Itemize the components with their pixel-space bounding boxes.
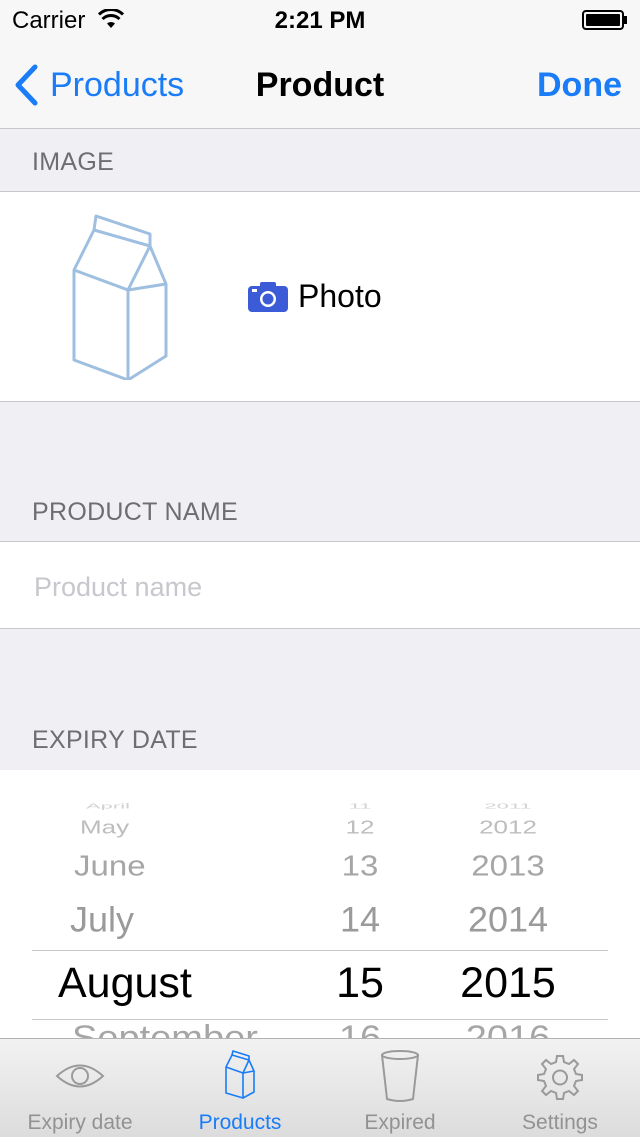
photo-button-label: Photo xyxy=(298,278,382,314)
picker-year-option[interactable]: 2014 xyxy=(408,900,608,941)
battery-icon xyxy=(582,10,628,30)
tab-expired[interactable]: Expired xyxy=(320,1039,480,1137)
done-button[interactable]: Done xyxy=(537,66,622,105)
picker-year-option[interactable]: 2012 xyxy=(408,817,608,839)
picker-month-option[interactable]: April xyxy=(86,801,130,810)
product-name-cell xyxy=(0,541,640,629)
clock: 2:21 PM xyxy=(274,7,366,34)
image-section-header: IMAGE xyxy=(32,148,115,176)
tab-label: Expiry date xyxy=(27,1111,133,1134)
picker-year-option[interactable]: 2011 xyxy=(408,801,608,810)
tab-label: Expired xyxy=(364,1111,436,1134)
picker-year-option[interactable]: 2016 xyxy=(408,1019,608,1038)
status-bar: Carrier 2:21 PM xyxy=(0,0,640,40)
tab-expiry-date[interactable]: Expiry date xyxy=(0,1039,160,1137)
picker-month-option[interactable]: June xyxy=(74,849,146,882)
camera-icon xyxy=(248,281,288,312)
tab-label: Products xyxy=(198,1111,282,1134)
tab-bar: Expiry date Products Expired Settings xyxy=(0,1038,640,1137)
picker-year-option[interactable]: 2015 xyxy=(408,959,608,1008)
milk-carton-icon xyxy=(225,1050,255,1099)
gear-icon xyxy=(537,1055,583,1100)
eye-icon xyxy=(55,1064,105,1088)
picker-month-option[interactable]: May xyxy=(80,817,129,839)
trash-can-icon xyxy=(381,1050,419,1102)
tab-products[interactable]: Products xyxy=(160,1039,320,1137)
picker-selection-top-line xyxy=(32,950,608,951)
tab-label: Settings xyxy=(522,1111,598,1134)
picker-month-option[interactable]: July xyxy=(70,900,134,941)
tab-settings[interactable]: Settings xyxy=(480,1039,640,1137)
milk-carton-icon[interactable] xyxy=(66,212,172,380)
expiry-date-section-header: EXPIRY DATE xyxy=(32,726,198,754)
photo-button[interactable]: Photo xyxy=(248,278,382,315)
product-name-section-header: PRODUCT NAME xyxy=(32,498,238,526)
product-name-input[interactable] xyxy=(32,564,616,610)
navigation-bar: Products Product Done xyxy=(0,40,640,129)
picker-month-option[interactable]: September xyxy=(72,1019,258,1038)
expiry-date-picker[interactable]: AprilMayJuneJulyAugustSeptember111213141… xyxy=(0,770,640,1038)
picker-year-option[interactable]: 2013 xyxy=(408,849,608,882)
picker-month-option[interactable]: August xyxy=(58,959,192,1008)
image-cell: Photo xyxy=(0,191,640,402)
